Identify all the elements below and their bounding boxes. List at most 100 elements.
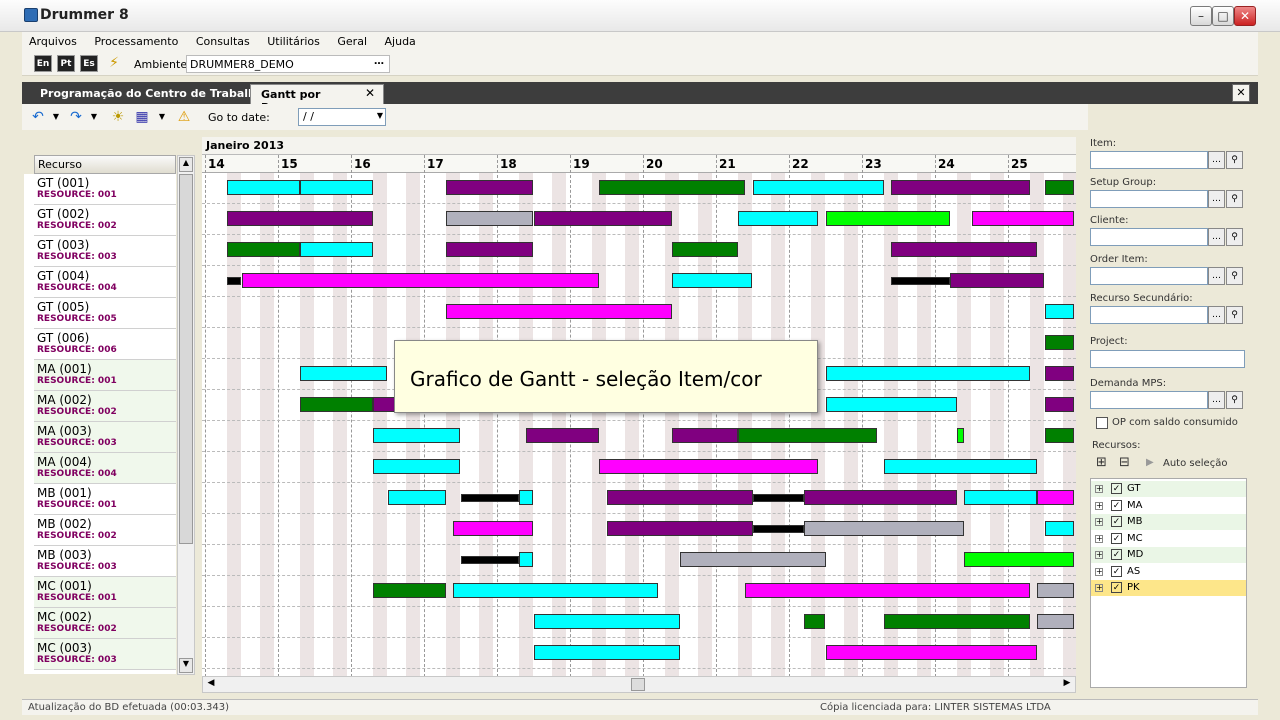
tree-checkbox[interactable]: ✓ xyxy=(1111,532,1122,544)
menu-consultas[interactable]: Consultas xyxy=(189,32,257,51)
horizontal-scrollbar[interactable]: ◀ ▶ xyxy=(202,676,1076,693)
close-button[interactable]: ✕ xyxy=(1234,6,1256,26)
task-bar[interactable] xyxy=(956,428,965,443)
tree-checkbox[interactable]: ✓ xyxy=(1111,499,1122,511)
tree-node[interactable]: + ✓ GT xyxy=(1091,481,1246,497)
task-bar[interactable] xyxy=(1044,397,1074,412)
resource-row[interactable]: MA (004) RESOURCE: 004 xyxy=(34,453,176,484)
filter-orderitem-input[interactable] xyxy=(1090,267,1208,285)
filter-cliente-search-icon[interactable]: ⚲ xyxy=(1226,228,1243,246)
tree-checkbox[interactable]: ✓ xyxy=(1111,516,1122,527)
filter-cliente-browse-button[interactable]: … xyxy=(1208,228,1225,246)
task-bar[interactable] xyxy=(453,583,658,598)
tree-checkbox[interactable]: ✓ xyxy=(1111,582,1122,593)
filter-demanda-browse-button[interactable]: … xyxy=(1208,391,1225,409)
expand-icon[interactable]: + xyxy=(1095,534,1103,543)
filter-setup-browse-button[interactable]: … xyxy=(1208,190,1225,208)
menu-geral[interactable]: Geral xyxy=(330,32,374,51)
tree-node[interactable]: + ✓ AS xyxy=(1091,564,1246,580)
task-bar[interactable] xyxy=(964,490,1038,505)
task-bar[interactable] xyxy=(526,428,600,443)
task-bar[interactable] xyxy=(372,583,446,598)
task-bar[interactable] xyxy=(299,366,388,381)
filter-item-browse-button[interactable]: … xyxy=(1208,151,1225,169)
task-bar[interactable] xyxy=(226,180,300,195)
goto-date-dropdown-icon[interactable]: ▼ xyxy=(377,111,383,120)
tree-checkbox[interactable]: ✓ xyxy=(1111,483,1122,494)
collapse-all-icon[interactable]: ⊟ xyxy=(1119,455,1130,470)
filter-item-input[interactable] xyxy=(1090,151,1208,169)
task-bar[interactable] xyxy=(445,304,673,319)
task-bar[interactable] xyxy=(737,428,877,443)
task-bar[interactable] xyxy=(226,277,242,285)
task-bar[interactable] xyxy=(964,552,1074,567)
task-bar[interactable] xyxy=(445,242,534,257)
task-bar[interactable] xyxy=(752,494,804,502)
filter-orderitem-browse-button[interactable]: … xyxy=(1208,267,1225,285)
task-bar[interactable] xyxy=(891,277,950,285)
task-bar[interactable] xyxy=(825,397,957,412)
grid-dropdown-icon[interactable]: ▼ xyxy=(154,109,170,125)
scroll-right-icon[interactable]: ▶ xyxy=(1060,678,1074,691)
expand-icon[interactable]: + xyxy=(1095,501,1103,510)
task-bar[interactable] xyxy=(883,614,1030,629)
expand-all-icon[interactable]: ⊞ xyxy=(1096,455,1107,470)
task-bar[interactable] xyxy=(1044,180,1074,195)
expand-icon[interactable]: + xyxy=(1095,567,1103,576)
scroll-thumb[interactable] xyxy=(179,174,193,544)
op-saldo-checkbox[interactable] xyxy=(1096,417,1108,429)
warning-icon[interactable]: ⚠ xyxy=(176,109,192,125)
auto-selecao-button[interactable]: Auto seleção xyxy=(1163,458,1227,469)
filter-demanda-input[interactable] xyxy=(1090,391,1208,409)
expand-icon[interactable]: + xyxy=(1095,584,1103,592)
task-bar[interactable] xyxy=(679,552,826,567)
task-bar[interactable] xyxy=(737,211,819,226)
ambiente-field[interactable]: DRUMMER8_DEMO xyxy=(186,55,390,73)
task-bar[interactable] xyxy=(825,645,1038,660)
resource-column-header[interactable]: Recurso xyxy=(34,155,176,174)
ambiente-icon[interactable]: ⚡ xyxy=(106,55,122,71)
task-bar[interactable] xyxy=(372,459,461,474)
task-bar[interactable] xyxy=(533,211,673,226)
resource-row[interactable]: MC (001) RESOURCE: 001 xyxy=(34,577,176,608)
task-bar[interactable] xyxy=(672,242,738,257)
undo-icon[interactable]: ↶ xyxy=(30,109,46,125)
task-bar[interactable] xyxy=(803,490,957,505)
task-bar[interactable] xyxy=(803,521,965,536)
task-bar[interactable] xyxy=(752,180,884,195)
undo-dropdown-icon[interactable]: ▼ xyxy=(48,109,64,125)
resource-row[interactable]: GT (005) RESOURCE: 005 xyxy=(34,298,176,329)
maximize-button[interactable]: □ xyxy=(1212,6,1234,26)
menu-processamento[interactable]: Processamento xyxy=(87,32,185,51)
hscroll-thumb[interactable] xyxy=(631,678,645,691)
task-bar[interactable] xyxy=(453,521,534,536)
resource-row[interactable]: MB (001) RESOURCE: 001 xyxy=(34,484,176,515)
task-bar[interactable] xyxy=(518,552,534,567)
task-bar[interactable] xyxy=(533,614,680,629)
close-panel-button[interactable]: ✕ xyxy=(1232,84,1250,102)
task-bar[interactable] xyxy=(606,490,753,505)
lang-pt-button[interactable]: Pt xyxy=(57,55,75,72)
expand-icon[interactable]: + xyxy=(1095,518,1103,526)
task-bar[interactable] xyxy=(1037,614,1074,629)
tree-node[interactable]: + ✓ MA xyxy=(1091,498,1246,514)
resource-row[interactable]: GT (003) RESOURCE: 003 xyxy=(34,236,176,267)
filter-item-search-icon[interactable]: ⚲ xyxy=(1226,151,1243,169)
scroll-down-icon[interactable]: ▼ xyxy=(179,658,193,673)
task-bar[interactable] xyxy=(971,211,1074,226)
filter-demanda-search-icon[interactable]: ⚲ xyxy=(1226,391,1243,409)
task-bar[interactable] xyxy=(1044,304,1074,319)
filter-recurso-sec-browse-button[interactable]: … xyxy=(1208,306,1225,324)
task-bar[interactable] xyxy=(372,428,461,443)
minimize-button[interactable]: – xyxy=(1190,6,1212,26)
resource-row[interactable]: MC (002) RESOURCE: 002 xyxy=(34,608,176,639)
task-bar[interactable] xyxy=(299,242,373,257)
task-bar[interactable] xyxy=(1037,583,1074,598)
task-bar[interactable] xyxy=(299,397,373,412)
tree-node[interactable]: + ✓ MB xyxy=(1091,514,1246,530)
redo-icon[interactable]: ↷ xyxy=(68,109,84,125)
task-bar[interactable] xyxy=(883,459,1038,474)
task-bar[interactable] xyxy=(460,494,519,502)
tab-close-icon[interactable]: ✕ xyxy=(365,86,375,100)
menu-utilitarios[interactable]: Utilitários xyxy=(260,32,327,51)
